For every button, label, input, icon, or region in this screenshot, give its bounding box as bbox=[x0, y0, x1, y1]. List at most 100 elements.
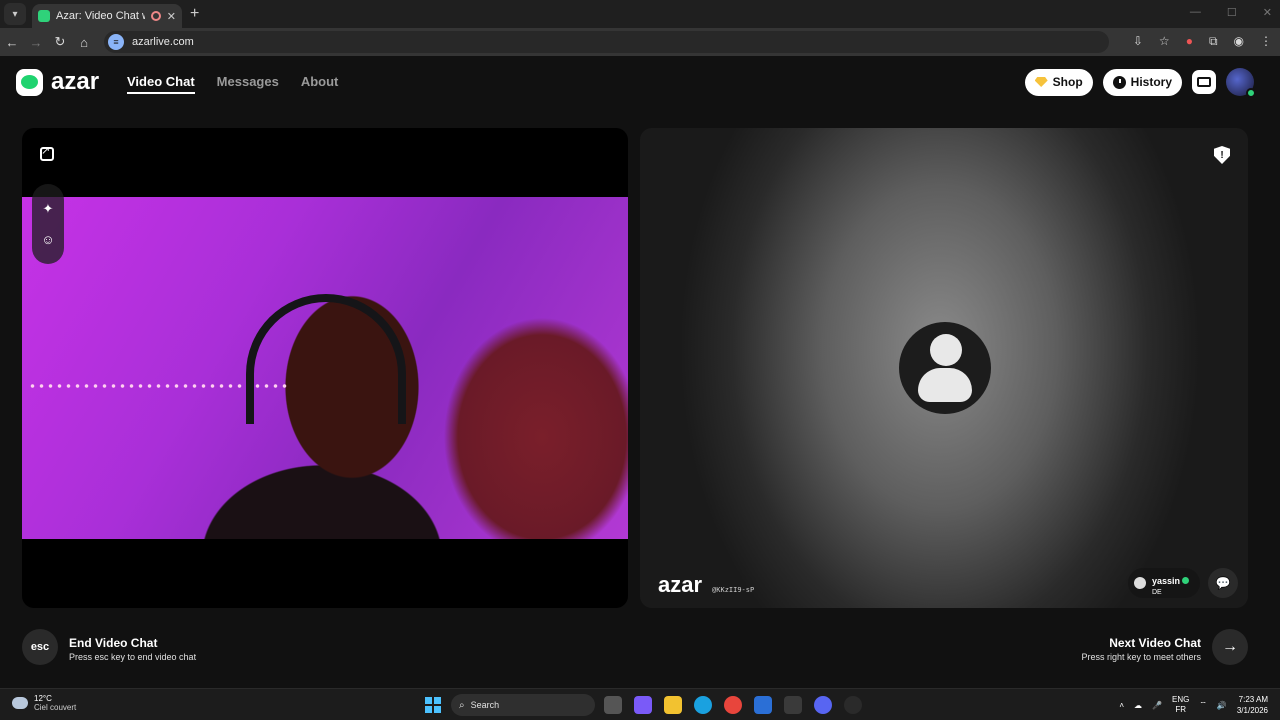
end-chat-hint: Press esc key to end video chat bbox=[69, 652, 197, 662]
onedrive-icon[interactable]: ☁ bbox=[1134, 701, 1142, 710]
taskbar-search[interactable]: ⌕ Search bbox=[451, 694, 595, 716]
arrow-right-icon: → bbox=[1222, 638, 1238, 655]
close-window-icon[interactable]: ✕ bbox=[1263, 6, 1272, 19]
magic-wand-icon[interactable]: ✦ bbox=[43, 201, 54, 217]
extensions-puzzle-icon[interactable]: ⧉ bbox=[1209, 34, 1218, 49]
gem-icon bbox=[1034, 77, 1048, 87]
shop-button[interactable]: Shop bbox=[1024, 68, 1093, 96]
end-chat-title: End Video Chat bbox=[69, 636, 158, 650]
minimize-icon[interactable]: — bbox=[1190, 6, 1201, 19]
widgets-icon[interactable] bbox=[634, 696, 652, 714]
weather-condition: Ciel couvert bbox=[34, 703, 77, 712]
install-app-icon[interactable]: ⇩ bbox=[1133, 34, 1143, 49]
back-icon[interactable]: ← bbox=[0, 35, 24, 50]
watermark-brand: azar bbox=[658, 572, 703, 597]
discord-icon[interactable] bbox=[814, 696, 832, 714]
azar-logo-icon bbox=[16, 68, 43, 96]
system-tray: ˄ ☁ 🎤 ENG FR ⌔ 🔊 7:23 AM 3/1/2026 bbox=[1119, 694, 1268, 716]
peer-name: yassin bbox=[1152, 575, 1181, 586]
task-view-icon[interactable] bbox=[604, 696, 622, 714]
peer-country: DE bbox=[1152, 588, 1162, 596]
profile-icon[interactable]: ◉ bbox=[1234, 34, 1244, 49]
nav-messages[interactable]: Messages bbox=[217, 74, 279, 94]
wifi-icon[interactable]: ⌔ bbox=[1199, 700, 1207, 710]
azar-favicon-icon bbox=[38, 10, 50, 22]
end-chat-esc-button[interactable]: esc bbox=[22, 629, 58, 665]
header-actions: Shop History bbox=[1024, 68, 1256, 98]
tab-title: Azar: Video Chat with New bbox=[56, 10, 145, 22]
clock-date: 3/1/2026 bbox=[1236, 706, 1268, 715]
peer-video-panel: ! azar @KKzII9-sP yassin DE 💬 bbox=[640, 128, 1248, 608]
start-button[interactable] bbox=[425, 697, 441, 713]
verified-badge-icon bbox=[1246, 88, 1256, 98]
inventory-box-button[interactable] bbox=[1192, 70, 1216, 94]
maximize-icon[interactable]: ☐ bbox=[1227, 6, 1237, 19]
nav-video-chat[interactable]: Video Chat bbox=[127, 74, 195, 94]
avatar-body bbox=[918, 368, 972, 402]
forward-icon[interactable]: → bbox=[24, 35, 48, 50]
self-camera-feed bbox=[22, 197, 628, 539]
cloud-icon bbox=[12, 697, 28, 709]
window-controls: — ☐ ✕ bbox=[1190, 6, 1272, 19]
tab-close-icon[interactable]: ✕ bbox=[167, 10, 176, 23]
peer-user-chip[interactable]: yassin DE bbox=[1128, 568, 1200, 598]
recording-indicator-icon bbox=[150, 11, 161, 21]
new-tab-button[interactable]: + bbox=[190, 5, 199, 23]
browser-menu-icon[interactable]: ⋮ bbox=[1260, 34, 1272, 49]
microphone-icon[interactable]: 🎤 bbox=[1152, 701, 1162, 710]
browser-actions: ⇩ ☆ ● ⧉ ◉ ⋮ bbox=[1133, 34, 1272, 49]
peer-placeholder-avatar bbox=[899, 322, 991, 414]
peer-verified-icon bbox=[1182, 576, 1190, 584]
expand-icon[interactable] bbox=[40, 144, 54, 161]
volume-icon[interactable]: 🔊 bbox=[1217, 701, 1227, 710]
report-shield-icon[interactable]: ! bbox=[1214, 146, 1230, 164]
history-label: History bbox=[1130, 75, 1172, 89]
search-icon: ⌕ bbox=[459, 699, 465, 711]
url-bar[interactable]: ≡ azarlive.com bbox=[104, 31, 1109, 53]
lang-top: ENG bbox=[1172, 695, 1190, 704]
history-button[interactable]: History bbox=[1102, 68, 1182, 96]
self-video-panel: ✦ ☺ bbox=[22, 128, 628, 608]
weather-temp: 12°C bbox=[34, 694, 52, 703]
home-icon[interactable]: ⌂ bbox=[72, 35, 96, 50]
clock-time: 7:23 AM bbox=[1238, 695, 1268, 704]
clock-icon bbox=[1112, 75, 1126, 89]
taskbar-apps bbox=[604, 696, 862, 714]
tray-overflow-icon[interactable]: ˄ bbox=[1119, 701, 1124, 710]
tab-search-button[interactable]: ▾ bbox=[4, 3, 26, 25]
headset-decor bbox=[246, 294, 406, 424]
site-info-icon[interactable]: ≡ bbox=[108, 34, 124, 50]
bookmark-star-icon[interactable]: ☆ bbox=[1159, 34, 1170, 49]
browser-tab[interactable]: Azar: Video Chat with New ✕ bbox=[32, 4, 182, 28]
azar-logo[interactable]: azar bbox=[16, 68, 99, 96]
url-text: azarlive.com bbox=[132, 36, 194, 48]
lang-bottom: FR bbox=[1175, 705, 1187, 714]
weather-widget[interactable]: 12°C Ciel couvert bbox=[12, 694, 76, 712]
chat-bubble-button[interactable]: 💬 bbox=[1208, 568, 1238, 598]
box-icon bbox=[1197, 77, 1211, 87]
edge-icon[interactable] bbox=[694, 696, 712, 714]
peer-user-icon bbox=[1134, 577, 1146, 589]
reload-icon[interactable]: ↻ bbox=[48, 34, 72, 50]
file-explorer-icon[interactable] bbox=[664, 696, 682, 714]
extension-icon[interactable]: ● bbox=[1186, 34, 1193, 49]
language-indicator[interactable]: ENG FR bbox=[1172, 695, 1189, 715]
windows-taskbar: 12°C Ciel couvert ⌕ Search ˄ ☁ 🎤 ENG FR … bbox=[0, 688, 1280, 720]
nav-about[interactable]: About bbox=[301, 74, 339, 94]
camera-tools: ✦ ☺ bbox=[32, 184, 64, 264]
user-avatar[interactable] bbox=[1226, 68, 1256, 98]
next-chat-button[interactable]: → bbox=[1212, 629, 1248, 665]
chat-bubble-icon: 💬 bbox=[1215, 576, 1231, 590]
azar-site: azar Video Chat Messages About Shop Hist… bbox=[0, 56, 1280, 688]
watermark-code: @KKzII9-sP bbox=[712, 586, 755, 594]
next-chat-title: Next Video Chat bbox=[1109, 636, 1201, 650]
store-icon[interactable] bbox=[784, 696, 802, 714]
chrome-icon[interactable] bbox=[724, 696, 742, 714]
shop-label: Shop bbox=[1052, 75, 1083, 89]
mail-icon[interactable] bbox=[754, 696, 772, 714]
taskbar-clock[interactable]: 7:23 AM 3/1/2026 bbox=[1237, 694, 1268, 716]
steam-icon[interactable] bbox=[844, 696, 862, 714]
logo-text: azar bbox=[51, 68, 100, 95]
face-filter-icon[interactable]: ☺ bbox=[41, 232, 54, 247]
next-chat-hint: Press right key to meet others bbox=[1081, 652, 1201, 662]
